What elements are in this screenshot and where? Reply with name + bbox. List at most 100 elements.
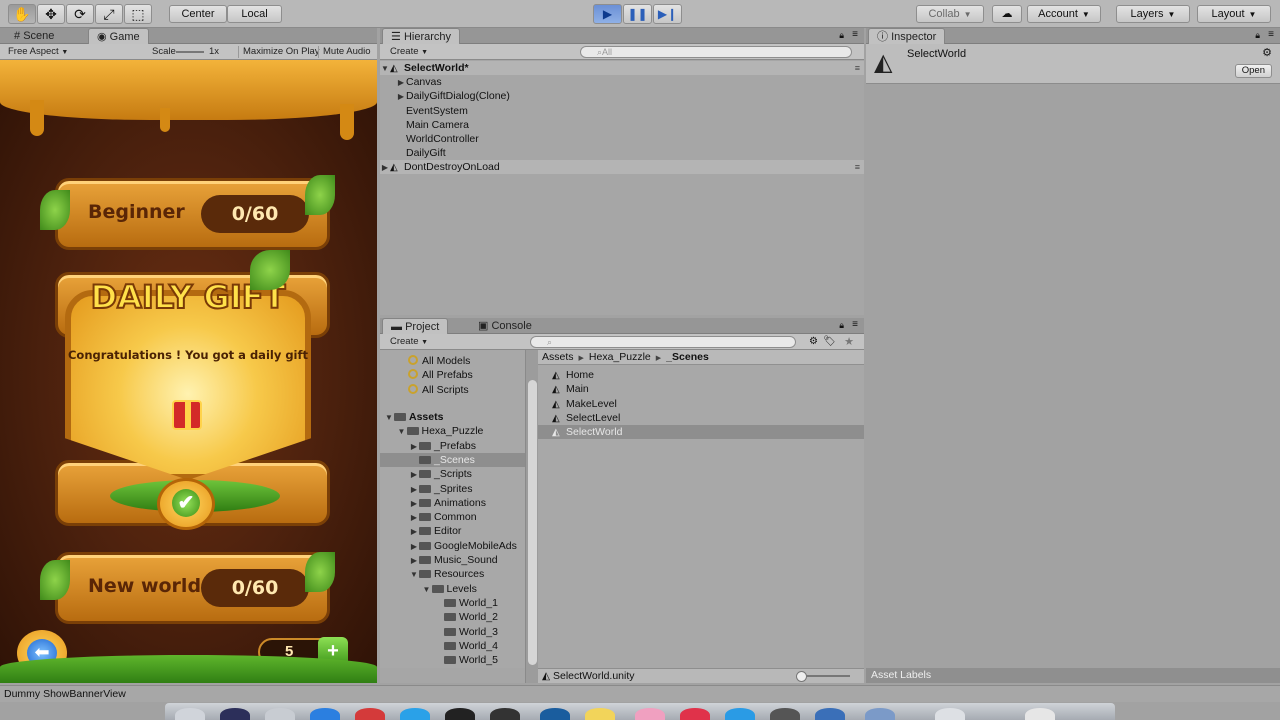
app-icon[interactable] — [815, 708, 845, 720]
scene-file-item[interactable]: ◭ SelectWorld — [538, 425, 864, 440]
panel-menu-icon[interactable]: ≡ — [1268, 29, 1274, 40]
project-search-input[interactable]: ⌕ — [530, 336, 796, 348]
scene-file-item[interactable]: ◭ SelectLevel — [538, 411, 864, 425]
folder-tree-item[interactable]: ▶ _Prefabs — [380, 439, 525, 453]
hierarchy-search-input[interactable]: ⌕All — [580, 46, 852, 58]
photos-icon[interactable] — [635, 708, 665, 720]
filter-by-type-icon[interactable]: ⚙ — [809, 336, 818, 347]
hierarchy-item[interactable]: WorldController — [380, 132, 864, 146]
chevron-right-icon[interactable]: ▶ — [409, 540, 419, 554]
app-store-icon[interactable] — [725, 708, 755, 720]
tab-inspector[interactable]: ⓘ Inspector — [868, 28, 946, 44]
folder-tree-item[interactable]: World_4 — [380, 639, 525, 653]
scrollbar-thumb[interactable] — [528, 380, 537, 665]
folder-tree-item[interactable]: ▶Plugins — [380, 667, 525, 668]
tab-project[interactable]: ▬ Project — [382, 318, 449, 334]
folder-tree-item[interactable]: World_2 — [380, 610, 525, 624]
chevron-right-icon[interactable]: ▶ — [409, 440, 419, 454]
folder-tree-item[interactable]: ▶ GoogleMobileAds — [380, 539, 525, 553]
folder-tree-item[interactable]: ▶ Editor — [380, 524, 525, 538]
tab-game[interactable]: ◉ Game — [88, 28, 149, 44]
breadcrumb-item[interactable]: Hexa_Puzzle — [589, 351, 651, 363]
project-create-button[interactable]: Create ▼ — [386, 336, 432, 348]
tab-hierarchy[interactable]: ☰ Hierarchy — [382, 28, 461, 44]
folder-tree-item[interactable]: ▶ _Sprites — [380, 482, 525, 496]
filter-by-label-icon[interactable]: 🏷︎ — [823, 336, 836, 347]
hierarchy-scene-row[interactable]: ▼◭ SelectWorld* ≡ — [380, 61, 864, 75]
asset-labels-bar[interactable]: Asset Labels — [866, 668, 1280, 683]
favorite-search-item[interactable]: All Models — [380, 354, 525, 368]
folder-tree-item[interactable]: World_1 — [380, 596, 525, 610]
chevron-right-icon[interactable]: ▶ — [409, 497, 419, 511]
settings-gear-icon[interactable]: ⚙ — [1262, 46, 1272, 59]
chevron-right-icon[interactable]: ▶ — [409, 468, 419, 482]
scene-menu-icon[interactable]: ≡ — [855, 61, 860, 75]
tab-console[interactable]: ▣ Console — [470, 318, 540, 334]
chevron-down-icon[interactable]: ▼ — [384, 411, 394, 425]
lock-icon[interactable]: 🔒︎ — [1255, 30, 1260, 41]
chevron-down-icon[interactable]: ▼ — [422, 583, 432, 597]
play-button[interactable]: ▶ — [593, 4, 622, 24]
folder-tree-item[interactable]: _Scenes — [380, 452, 525, 467]
folder-tree-item[interactable]: ▼ Levels — [380, 582, 525, 596]
open-button[interactable]: Open — [1234, 64, 1272, 78]
rotate-tool-icon[interactable]: ⟳ — [66, 4, 94, 24]
unity-icon[interactable] — [490, 708, 520, 720]
chevron-down-icon[interactable]: ▼ — [409, 568, 419, 582]
unity-icon[interactable] — [445, 708, 475, 720]
app-icon[interactable] — [355, 708, 385, 720]
folder-tree-item[interactable]: ▼ Hexa_Puzzle — [380, 424, 525, 438]
favorites-star-icon[interactable]: ★ — [844, 335, 854, 348]
breadcrumb-item[interactable]: Assets — [542, 351, 574, 363]
layout-dropdown[interactable]: Layout ▼ — [1197, 5, 1271, 23]
hierarchy-create-button[interactable]: Create ▼ — [386, 46, 432, 58]
breadcrumb-item[interactable]: _Scenes — [666, 351, 709, 363]
layers-dropdown[interactable]: Layers ▼ — [1116, 5, 1190, 23]
app-icon[interactable] — [540, 708, 570, 720]
cloud-icon[interactable]: ☁ — [992, 5, 1022, 23]
hierarchy-item[interactable]: EventSystem — [380, 104, 864, 118]
pivot-center-button[interactable]: Center — [169, 5, 227, 23]
project-tree-scrollbar[interactable] — [525, 350, 538, 683]
aspect-dropdown[interactable]: Free Aspect ▼ — [4, 46, 72, 58]
scale-slider[interactable] — [176, 51, 204, 53]
chevron-right-icon[interactable]: ▶ — [409, 525, 419, 539]
folder-tree-item[interactable]: ▶ Music_Sound — [380, 553, 525, 567]
favorite-search-item[interactable]: All Prefabs — [380, 368, 525, 382]
pivot-local-button[interactable]: Local — [227, 5, 282, 23]
hierarchy-item[interactable]: ▶ Canvas — [380, 75, 864, 89]
app-icon[interactable] — [265, 708, 295, 720]
panel-menu-icon[interactable]: ≡ — [852, 319, 858, 330]
safari-icon[interactable] — [310, 708, 340, 720]
lock-icon[interactable]: 🔒︎ — [839, 30, 844, 41]
trash-icon[interactable] — [1025, 708, 1055, 720]
folder-tree-item[interactable]: ▼ Assets — [380, 410, 525, 424]
preview-icon[interactable] — [865, 708, 895, 720]
chevron-down-icon[interactable]: ▼ — [397, 425, 407, 439]
chevron-right-icon[interactable]: ▶ — [396, 76, 406, 90]
scene-file-item[interactable]: ◭ Home — [538, 368, 864, 382]
chevron-right-icon[interactable]: ▶ — [409, 483, 419, 497]
folder-tree-item[interactable]: ▶ _Scripts — [380, 467, 525, 481]
game-viewport[interactable]: Beginner 0/60 New world 0/60 DAILY GIFT … — [0, 60, 377, 683]
level-bar-new-world[interactable]: New world 0/60 — [55, 552, 330, 624]
hand-tool-icon[interactable]: ✋ — [8, 4, 36, 24]
folder-tree-item[interactable]: ▶ Common — [380, 510, 525, 524]
rect-tool-icon[interactable]: ⬚ — [124, 4, 152, 24]
chevron-right-icon[interactable]: ▶ — [409, 511, 419, 525]
folder-tree-item[interactable]: World_3 — [380, 625, 525, 639]
scene-file-item[interactable]: ◭ Main — [538, 382, 864, 396]
music-icon[interactable] — [680, 708, 710, 720]
folder-tree-item[interactable]: ▼ Resources — [380, 567, 525, 581]
level-bar-beginner[interactable]: Beginner 0/60 — [55, 178, 330, 250]
maximize-on-play-toggle[interactable]: Maximize On Play — [238, 46, 324, 58]
favorite-search-item[interactable]: All Scripts — [380, 383, 525, 397]
chevron-right-icon[interactable]: ▶ — [380, 161, 390, 175]
hierarchy-scene-row[interactable]: ▶ ◭ DontDestroyOnLoad ≡ — [380, 160, 864, 175]
finder-icon[interactable] — [175, 708, 205, 720]
app-icon[interactable] — [400, 708, 430, 720]
scene-file-item[interactable]: ◭ MakeLevel — [538, 397, 864, 411]
folder-tree-item[interactable]: World_5 — [380, 653, 525, 667]
folder-tree-item[interactable]: ▶ Animations — [380, 496, 525, 510]
hierarchy-item[interactable]: Main Camera — [380, 118, 864, 132]
